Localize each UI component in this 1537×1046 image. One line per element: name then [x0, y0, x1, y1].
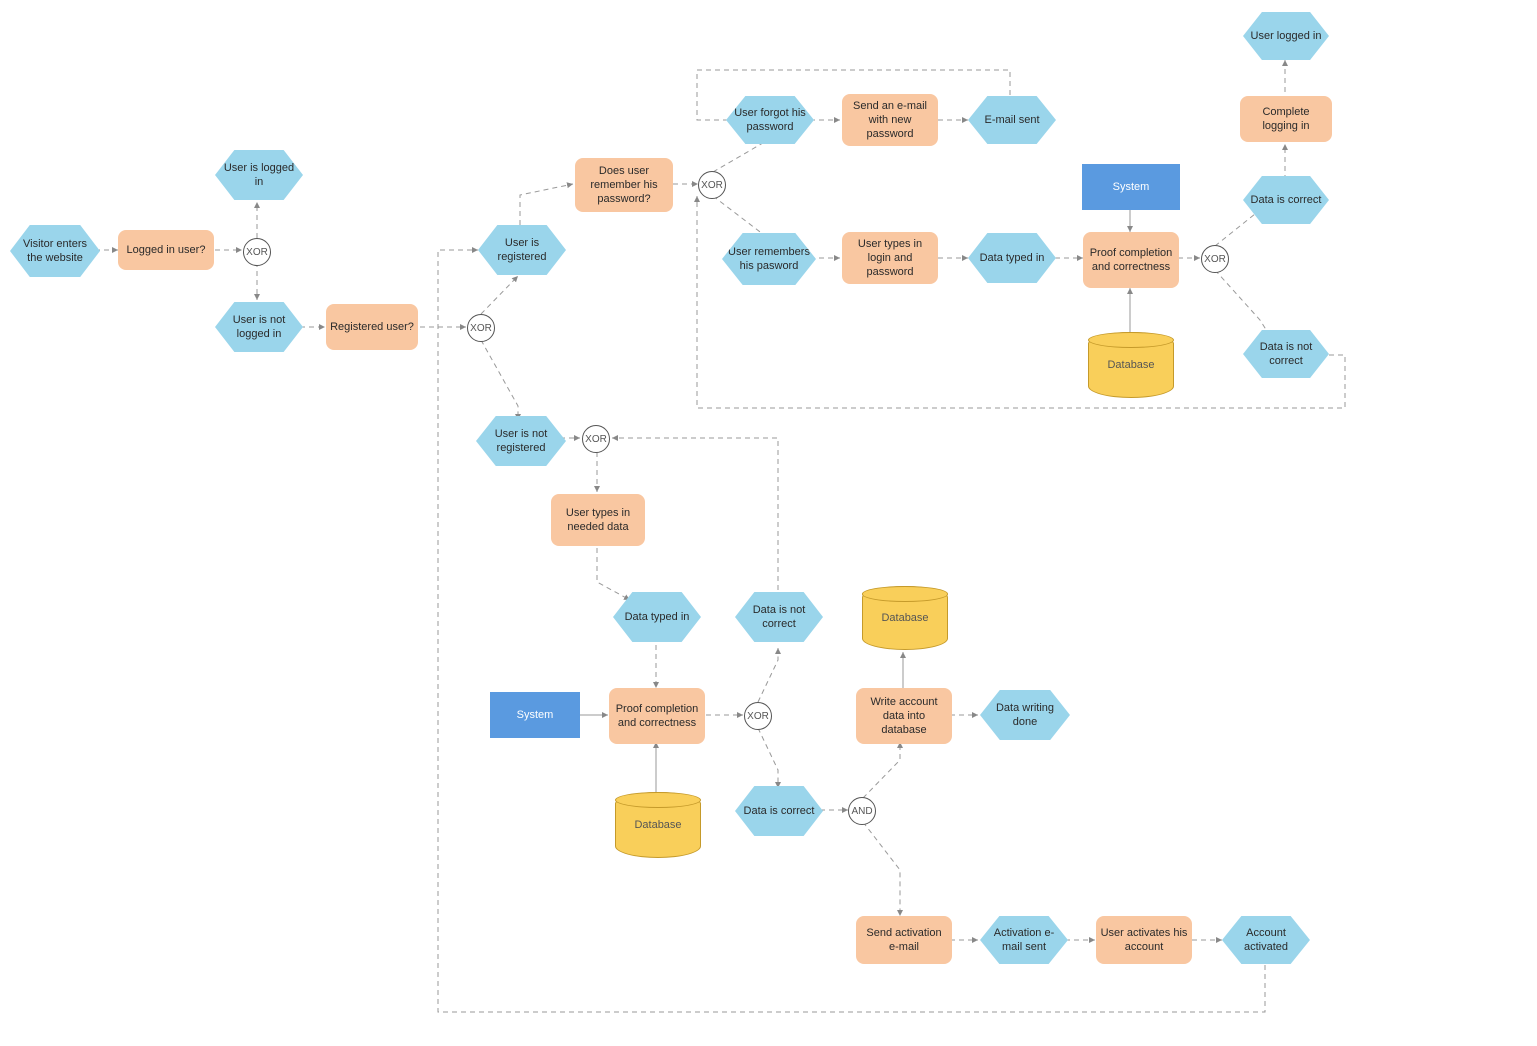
event-account-activated: Account activated	[1222, 916, 1310, 964]
connector-xor-1: XOR	[243, 238, 271, 266]
function-complete-login: Complete logging in	[1240, 96, 1332, 142]
function-write-account: Write account data into database	[856, 688, 952, 744]
label: Data typed in	[625, 610, 690, 624]
label: User is not logged in	[219, 313, 299, 342]
event-user-registered: User is registered	[478, 225, 566, 275]
label: Activation e-mail sent	[984, 926, 1064, 955]
connector-xor-3: XOR	[698, 171, 726, 199]
label: Registered user?	[330, 320, 414, 334]
function-user-activates: User activates his account	[1096, 916, 1192, 964]
event-user-logged-in-final: User logged in	[1243, 12, 1329, 60]
label: Visitor enters the website	[14, 237, 96, 266]
label: User types in login and password	[846, 237, 934, 280]
label: XOR	[470, 322, 492, 335]
label: User is logged in	[219, 161, 299, 190]
label: User forgot his password	[730, 106, 810, 135]
event-data-correct-top: Data is correct	[1243, 176, 1329, 224]
event-data-writing-done: Data writing done	[980, 690, 1070, 740]
label: User is registered	[482, 236, 562, 265]
label: Database	[1107, 358, 1154, 372]
connector-xor-2: XOR	[467, 314, 495, 342]
label: XOR	[246, 246, 268, 259]
label: Data writing done	[984, 701, 1066, 730]
event-data-not-correct-mid: Data is not correct	[735, 592, 823, 642]
label: System	[517, 708, 554, 722]
event-data-typed-in-mid: Data typed in	[613, 592, 701, 642]
label: Proof completion and correctness	[1087, 246, 1175, 275]
label: XOR	[1204, 253, 1226, 266]
event-user-logged-in: User is logged in	[215, 150, 303, 200]
label: Data is not correct	[1247, 340, 1325, 369]
resource-system-mid: System	[490, 692, 580, 738]
event-data-not-correct-top: Data is not correct	[1243, 330, 1329, 378]
label: Data typed in	[980, 251, 1045, 265]
label: System	[1113, 180, 1150, 194]
label: User types in needed data	[555, 506, 641, 535]
event-user-forgot-pw: User forgot his password	[726, 96, 814, 144]
resource-system-top: System	[1082, 164, 1180, 210]
event-visitor-enters: Visitor enters the website	[10, 225, 100, 277]
label: Database	[881, 611, 928, 625]
function-remember-pw-q: Does user remember his password?	[575, 158, 673, 212]
label: Data is correct	[744, 804, 815, 818]
label: Data is correct	[1251, 193, 1322, 207]
connector-xor-proof-top: XOR	[1201, 245, 1229, 273]
label: User activates his account	[1100, 926, 1188, 955]
label: Logged in user?	[127, 243, 206, 257]
label: Write account data into database	[860, 695, 948, 738]
connector-xor-proof-mid: XOR	[744, 702, 772, 730]
label: User is not registered	[480, 427, 562, 456]
label: Proof completion and correctness	[613, 702, 701, 731]
connector-xor-not-reg: XOR	[582, 425, 610, 453]
function-send-new-pw: Send an e-mail with new password	[842, 94, 938, 146]
function-send-activation: Send activation e-mail	[856, 916, 952, 964]
label: Complete logging in	[1244, 105, 1328, 134]
function-proof-mid: Proof completion and correctness	[609, 688, 705, 744]
label: XOR	[747, 710, 769, 723]
event-user-not-logged-in: User is not logged in	[215, 302, 303, 352]
label: E-mail sent	[984, 113, 1039, 127]
connector-and-1: AND	[848, 797, 876, 825]
label: Data is not correct	[739, 603, 819, 632]
function-proof-top: Proof completion and correctness	[1083, 232, 1179, 288]
event-user-remembers-pw: User remembers his pasword	[722, 233, 816, 285]
function-user-types-needed: User types in needed data	[551, 494, 645, 546]
event-data-correct-mid: Data is correct	[735, 786, 823, 836]
label: Database	[634, 818, 681, 832]
label: AND	[851, 805, 872, 818]
event-data-typed-in-top: Data typed in	[968, 233, 1056, 283]
label: XOR	[701, 179, 723, 192]
label: User remembers his pasword	[726, 245, 812, 274]
event-activation-email-sent: Activation e-mail sent	[980, 916, 1068, 964]
function-logged-in-q: Logged in user?	[118, 230, 214, 270]
event-email-sent: E-mail sent	[968, 96, 1056, 144]
resource-database-mid: Database	[615, 792, 701, 858]
label: Send activation e-mail	[860, 926, 948, 955]
resource-database-top: Database	[1088, 332, 1174, 398]
function-user-types-login: User types in login and password	[842, 232, 938, 284]
resource-database-write: Database	[862, 586, 948, 650]
label: Account activated	[1226, 926, 1306, 955]
label: Does user remember his password?	[579, 164, 669, 207]
label: Send an e-mail with new password	[846, 99, 934, 142]
label: User logged in	[1251, 29, 1322, 43]
function-registered-q: Registered user?	[326, 304, 418, 350]
event-user-not-registered: User is not registered	[476, 416, 566, 466]
label: XOR	[585, 433, 607, 446]
